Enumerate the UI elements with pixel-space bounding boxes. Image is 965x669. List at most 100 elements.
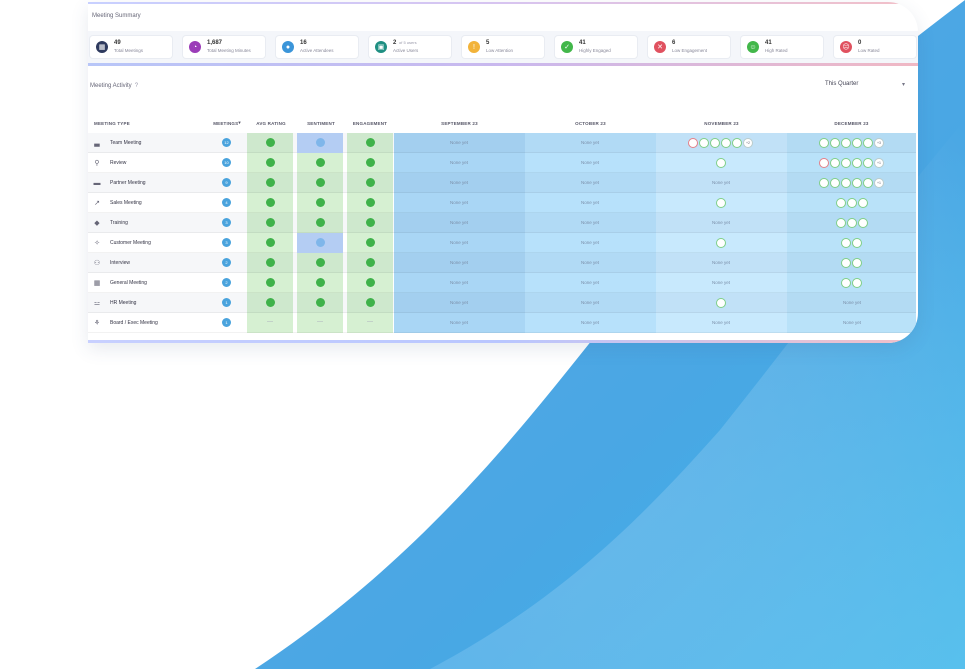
help-icon[interactable]: ? [135, 83, 138, 89]
engagement-badge[interactable] [366, 158, 375, 167]
sentiment-badge[interactable] [316, 238, 325, 247]
attendee-chips[interactable]: +2 [688, 137, 753, 149]
engagement-badge[interactable] [366, 258, 375, 267]
column-header-meetings[interactable]: MEETINGS ▾ [208, 113, 246, 133]
sentiment-badge[interactable] [316, 278, 325, 287]
rating-badge[interactable] [266, 198, 275, 207]
engagement-badge[interactable] [366, 238, 375, 247]
column-header-oct[interactable]: OCTOBER 23 [525, 113, 656, 133]
engagement-badge[interactable] [366, 198, 375, 207]
attendee-chip[interactable] [852, 178, 862, 188]
engagement-badge[interactable] [366, 138, 375, 147]
column-header-sep[interactable]: SEPTEMBER 23 [394, 113, 525, 133]
attendee-chip[interactable] [715, 158, 726, 168]
attendee-chip[interactable] [841, 178, 851, 188]
attendee-chip[interactable] [852, 138, 862, 148]
attendee-chip[interactable] [846, 218, 857, 228]
attendee-chip[interactable] [830, 158, 840, 168]
attendee-chip[interactable] [841, 278, 851, 288]
attendee-chips[interactable] [841, 277, 862, 289]
attendee-chip[interactable] [835, 198, 846, 208]
attendee-chip[interactable] [710, 138, 720, 148]
attendee-chips[interactable]: +1 [819, 177, 884, 189]
attendee-chip[interactable] [721, 138, 731, 148]
rating-badge[interactable] [266, 158, 275, 167]
attendee-chips[interactable] [715, 197, 726, 209]
rating-badge[interactable] [266, 238, 275, 247]
meeting-count-badge[interactable]: 4 [222, 198, 231, 207]
sentiment-badge[interactable] [316, 138, 325, 147]
meeting-count-badge[interactable]: 2 [222, 258, 231, 267]
attendee-chip[interactable] [852, 278, 862, 288]
attendee-chip[interactable] [715, 238, 726, 248]
attendee-chip[interactable] [863, 138, 873, 148]
table-row[interactable]: ⚘ Board / Exec Meeting [91, 313, 158, 333]
column-header-engagement[interactable]: ENGAGEMENT [346, 113, 394, 133]
attendee-chips[interactable] [841, 237, 862, 249]
more-attendees-chip[interactable]: +1 [874, 158, 884, 168]
more-attendees-chip[interactable]: +1 [874, 178, 884, 188]
attendee-chips[interactable]: +3 [819, 137, 884, 149]
meeting-count-badge[interactable]: 1 [222, 318, 231, 327]
engagement-badge[interactable] [366, 298, 375, 307]
attendee-chip[interactable] [841, 258, 851, 268]
attendee-chips[interactable] [715, 157, 726, 169]
attendee-chip[interactable] [852, 238, 862, 248]
meeting-count-badge[interactable]: 3 [222, 218, 231, 227]
more-attendees-chip[interactable]: +3 [874, 138, 884, 148]
rating-badge[interactable] [266, 278, 275, 287]
attendee-chip[interactable] [688, 138, 698, 148]
meeting-count-badge[interactable]: 1 [222, 298, 231, 307]
attendee-chip[interactable] [841, 138, 851, 148]
column-header-nov[interactable]: NOVEMBER 23 [656, 113, 787, 133]
more-attendees-chip[interactable]: +2 [743, 138, 753, 148]
attendee-chip[interactable] [819, 138, 829, 148]
sentiment-badge[interactable] [316, 178, 325, 187]
meeting-count-badge[interactable]: 9 [222, 178, 231, 187]
attendee-chips[interactable] [715, 297, 726, 309]
attendee-chip[interactable] [819, 158, 829, 168]
table-row[interactable]: ▦ General Meeting [91, 273, 147, 293]
attendee-chip[interactable] [715, 298, 726, 308]
meeting-count-badge[interactable]: 3 [222, 238, 231, 247]
rating-badge[interactable] [266, 298, 275, 307]
quarter-select[interactable]: This Quarter ▾ [825, 81, 905, 93]
meeting-count-badge[interactable]: 12 [222, 138, 231, 147]
table-row[interactable]: ↗ Sales Meeting [91, 193, 142, 213]
rating-badge[interactable] [266, 218, 275, 227]
attendee-chip[interactable] [819, 178, 829, 188]
table-row[interactable]: ▃ Team Meeting [91, 133, 141, 153]
attendee-chips[interactable] [715, 237, 726, 249]
sentiment-badge[interactable] [316, 198, 325, 207]
attendee-chips[interactable] [835, 197, 868, 209]
sentiment-badge[interactable] [316, 258, 325, 267]
column-header-sentiment[interactable]: SENTIMENT [296, 113, 346, 133]
rating-badge[interactable] [266, 178, 275, 187]
attendee-chip[interactable] [715, 198, 726, 208]
attendee-chip[interactable] [857, 218, 868, 228]
attendee-chip[interactable] [857, 198, 868, 208]
rating-badge[interactable] [266, 258, 275, 267]
column-header-dec[interactable]: DECEMBER 23 [787, 113, 916, 133]
attendee-chips[interactable]: +1 [819, 157, 884, 169]
attendee-chip[interactable] [835, 218, 846, 228]
table-row[interactable]: ◆ Training [91, 213, 128, 233]
attendee-chip[interactable] [863, 178, 873, 188]
attendee-chip[interactable] [841, 238, 851, 248]
attendee-chip[interactable] [852, 258, 862, 268]
meeting-count-badge[interactable]: 2 [222, 278, 231, 287]
attendee-chip[interactable] [852, 158, 862, 168]
column-header-type[interactable]: MEETING TYPE [88, 113, 214, 133]
engagement-badge[interactable] [366, 278, 375, 287]
attendee-chip[interactable] [699, 138, 709, 148]
column-header-avg-rating[interactable]: AVG RATING [246, 113, 296, 133]
table-row[interactable]: ✧ Customer Meeting [91, 233, 151, 253]
rating-badge[interactable] [266, 138, 275, 147]
sentiment-badge[interactable] [316, 298, 325, 307]
attendee-chip[interactable] [846, 198, 857, 208]
table-row[interactable]: ⚇ Interview [91, 253, 130, 273]
attendee-chips[interactable] [841, 257, 862, 269]
attendee-chip[interactable] [841, 158, 851, 168]
sentiment-badge[interactable] [316, 158, 325, 167]
attendee-chip[interactable] [830, 178, 840, 188]
